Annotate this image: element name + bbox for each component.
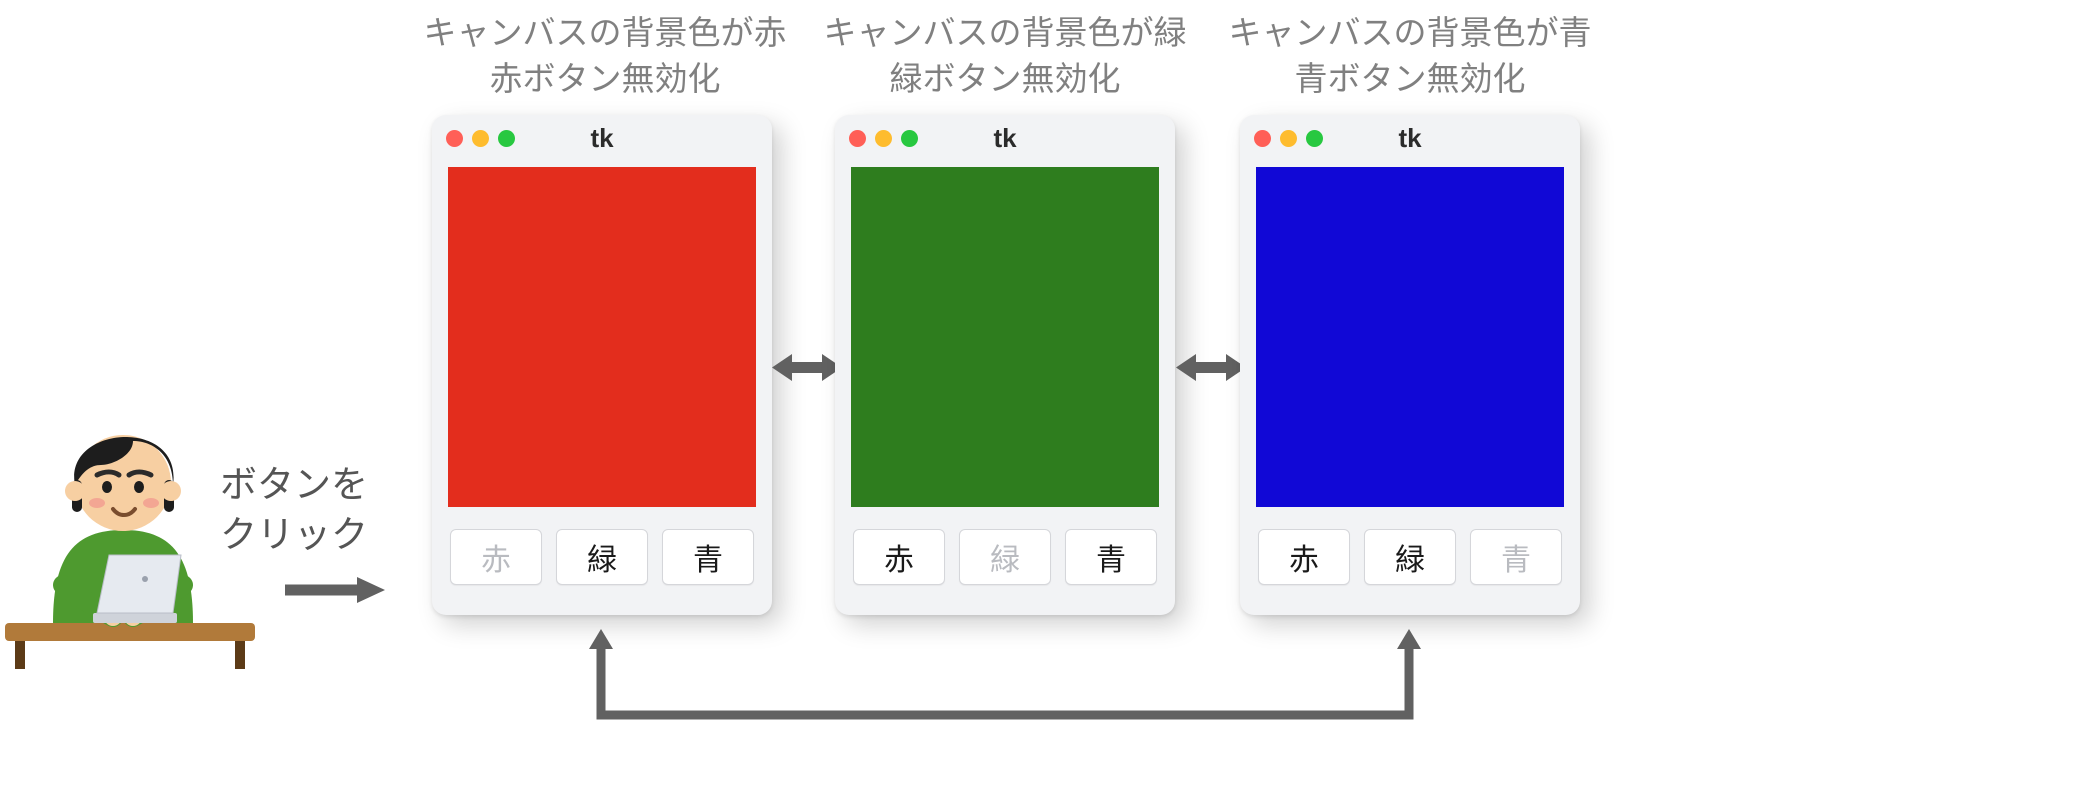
tk-window-green: tk 赤 緑 青 [835,115,1175,615]
title-bar: tk [835,115,1175,161]
caption-green: キャンバスの背景色が緑 緑ボタン無効化 [795,10,1215,102]
minimize-icon[interactable] [1280,130,1297,147]
tk-window-red: tk 赤 緑 青 [432,115,772,615]
double-arrow-icon [1176,350,1246,385]
minimize-icon[interactable] [472,130,489,147]
caption-red: キャンバスの背景色が赤 赤ボタン無効化 [395,10,815,102]
canvas [1256,167,1564,507]
caption-blue-line2: 青ボタン無効化 [1200,56,1620,102]
action-label-line1: ボタンを [220,460,368,510]
close-icon[interactable] [1254,130,1271,147]
caption-red-line2: 赤ボタン無効化 [395,56,815,102]
green-button[interactable]: 緑 [556,529,648,585]
blue-button[interactable]: 青 [662,529,754,585]
action-label-line2: クリック [220,510,368,560]
caption-green-line2: 緑ボタン無効化 [795,56,1215,102]
caption-blue: キャンバスの背景色が青 青ボタン無効化 [1200,10,1620,102]
arrow-right-icon [285,575,385,605]
action-label: ボタンを クリック [220,460,368,560]
close-icon[interactable] [446,130,463,147]
canvas [851,167,1159,507]
maximize-icon[interactable] [498,130,515,147]
caption-green-line1: キャンバスの背景色が緑 [795,10,1215,56]
red-button: 赤 [450,529,542,585]
caption-red-line1: キャンバスの背景色が赤 [395,10,815,56]
minimize-icon[interactable] [875,130,892,147]
red-button[interactable]: 赤 [1258,529,1350,585]
tk-window-blue: tk 赤 緑 青 [1240,115,1580,615]
maximize-icon[interactable] [1306,130,1323,147]
title-bar: tk [432,115,772,161]
blue-button[interactable]: 青 [1065,529,1157,585]
user-illustration [5,405,255,675]
caption-blue-line1: キャンバスの背景色が青 [1200,10,1620,56]
red-button[interactable]: 赤 [853,529,945,585]
canvas [448,167,756,507]
double-arrow-icon [772,350,842,385]
blue-button: 青 [1470,529,1562,585]
title-bar: tk [1240,115,1580,161]
green-button: 緑 [959,529,1051,585]
close-icon[interactable] [849,130,866,147]
green-button[interactable]: 緑 [1364,529,1456,585]
maximize-icon[interactable] [901,130,918,147]
double-arrow-connector-icon [585,625,1425,755]
